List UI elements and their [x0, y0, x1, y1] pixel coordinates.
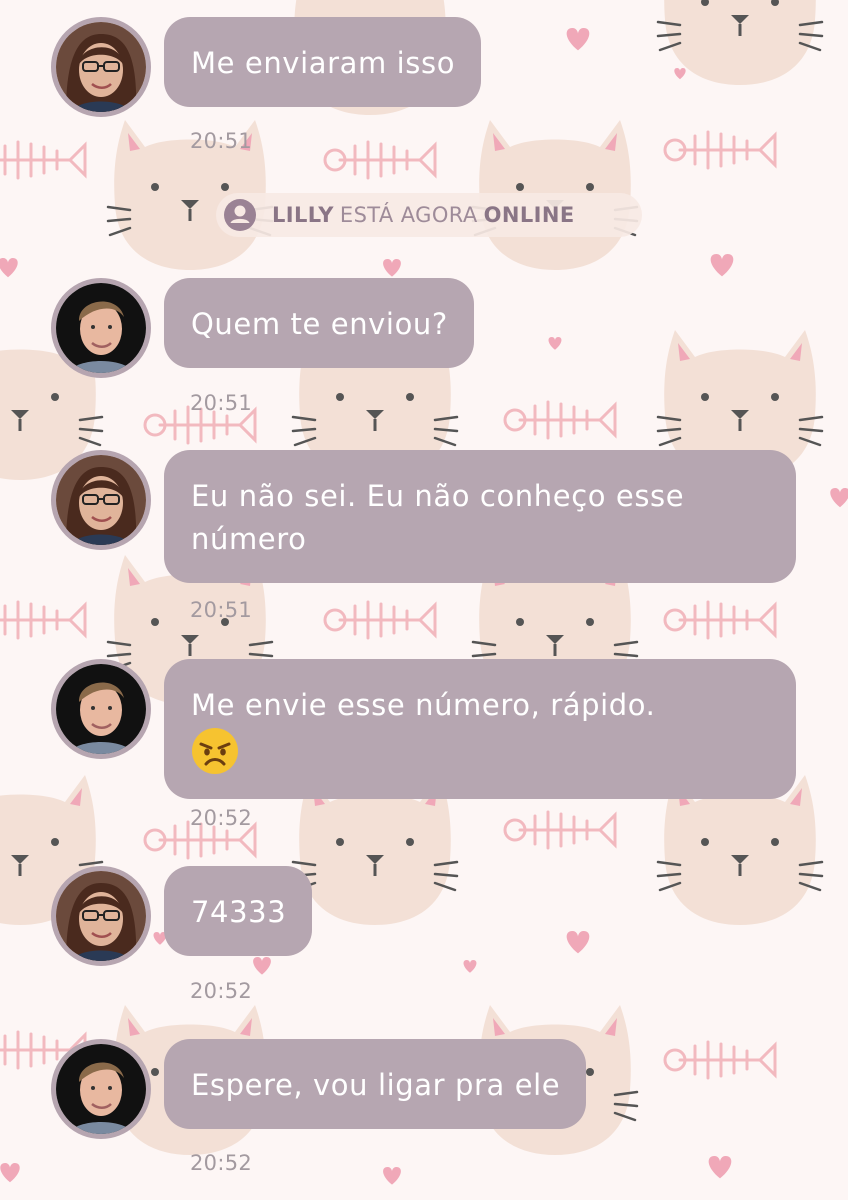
message-bubble[interactable]: Eu não sei. Eu não conheço esse número	[164, 450, 796, 583]
message-timestamp: 20:52	[190, 979, 253, 1003]
message-text: 74333	[191, 895, 287, 929]
message-emoji-line	[191, 727, 770, 777]
avatar-man[interactable]	[51, 659, 151, 759]
woman-portrait-icon	[56, 871, 146, 961]
status-text: ESTÁ AGORA	[339, 203, 478, 227]
message-bubble[interactable]: Espere, vou ligar pra ele	[164, 1039, 587, 1129]
message-text: número	[191, 522, 307, 556]
avatar-man[interactable]	[51, 1039, 151, 1139]
message-timestamp: 20:51	[190, 391, 253, 415]
message-text: Espere, vou ligar pra ele	[191, 1068, 561, 1102]
avatar-man[interactable]	[51, 278, 151, 378]
message-text: Me envie esse número, rápido.	[191, 688, 656, 722]
user-icon	[224, 199, 256, 231]
message-timestamp: 20:52	[190, 1151, 253, 1175]
man-portrait-icon	[56, 283, 146, 373]
message-bubble[interactable]: Quem te enviou?	[164, 278, 474, 368]
chat-wallpaper	[0, 0, 848, 1185]
message-bubble[interactable]: 74333	[164, 866, 313, 956]
woman-portrait-icon	[56, 22, 146, 112]
status-user-name: LILLY	[272, 203, 334, 227]
status-state: ONLINE	[483, 203, 575, 227]
man-portrait-icon	[56, 664, 146, 754]
online-status-notice: LILLY ESTÁ AGORA ONLINE	[216, 193, 642, 237]
message-text: Me enviaram isso	[191, 46, 456, 80]
avatar-woman[interactable]	[51, 450, 151, 550]
message-text: Quem te enviou?	[191, 307, 448, 341]
message-timestamp: 20:52	[190, 806, 253, 830]
message-timestamp: 20:51	[190, 129, 253, 153]
man-portrait-icon	[56, 1044, 146, 1134]
message-text: Eu não sei. Eu não conheço esse	[191, 479, 685, 513]
angry-face-emoji-icon	[192, 728, 238, 774]
message-timestamp: 20:51	[190, 598, 253, 622]
avatar-woman[interactable]	[51, 17, 151, 117]
message-bubble[interactable]: Me enviaram isso	[164, 17, 482, 107]
message-bubble[interactable]: Me envie esse número, rápido.	[164, 659, 796, 799]
avatar-woman[interactable]	[51, 866, 151, 966]
woman-portrait-icon	[56, 455, 146, 545]
